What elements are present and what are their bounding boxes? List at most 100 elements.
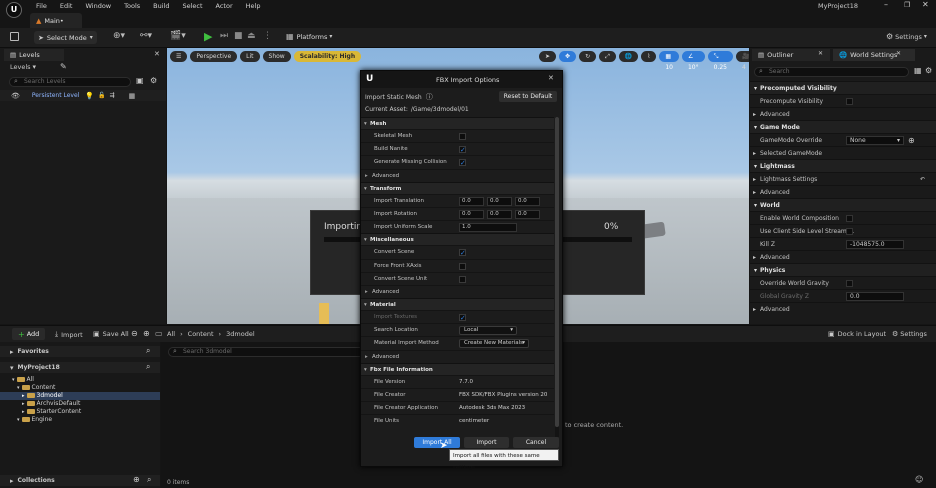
property-category[interactable]: ▾ Precomputed Visibility (750, 81, 936, 94)
fbx-section-header[interactable]: Miscellaneous (361, 233, 554, 246)
fbx-number-field[interactable]: 1.0 (459, 223, 517, 233)
fbx-vector-field[interactable]: 0.0 (487, 196, 512, 206)
property-value-field[interactable]: 0.0 (846, 292, 904, 301)
fbx-option-checkbox[interactable] (459, 157, 466, 170)
property-dropdown[interactable]: None ▾ (846, 136, 904, 145)
close-icon[interactable]: ✕ (154, 50, 160, 58)
minimize-icon[interactable]: – (884, 0, 888, 9)
history-forward-icon[interactable]: ⊕ (143, 329, 150, 338)
surface-snap-icon[interactable]: ⌇ (641, 51, 657, 62)
property-checkbox[interactable] (846, 228, 853, 235)
dock-in-layout-button[interactable]: ▣ Dock in Layout (828, 330, 886, 338)
folder-tree-item[interactable]: ▾ All (0, 376, 160, 384)
content-settings-button[interactable]: ⚙ Settings (892, 330, 927, 338)
add-content-icon[interactable]: ⊕▾ (113, 31, 125, 41)
rotate-tool-icon[interactable]: ↻ (579, 51, 597, 62)
fbx-vector-field[interactable]: 0.0 (487, 209, 512, 219)
move-tool-icon[interactable]: ✥ (559, 51, 577, 62)
lock-icon[interactable]: 🔓 (98, 92, 105, 99)
fbx-option-checkbox[interactable] (459, 247, 466, 260)
add-collection-icon[interactable]: ⊕ (133, 475, 140, 484)
platforms-button[interactable]: ▦ Platforms ▾ (286, 32, 332, 41)
level-row-persistent[interactable]: 👁 Persistent Level 💡 🔓 ⇶ ▦ (0, 90, 166, 101)
search-icon[interactable]: ⌕ (147, 475, 151, 485)
fbx-option-checkbox[interactable] (459, 133, 466, 140)
asset-search-input[interactable]: Search 3dmodel (168, 347, 368, 357)
fbx-vector-field[interactable]: 0.0 (515, 209, 540, 219)
import-all-button[interactable]: Import All (414, 437, 460, 448)
scalability-badge[interactable]: Scalability: High (293, 51, 362, 62)
reset-to-default-button[interactable]: Reset to Default (499, 91, 557, 102)
import-button[interactable]: ⤓ Import (55, 330, 83, 339)
viewport-options-button[interactable]: ☰ (170, 51, 188, 62)
select-mode-button[interactable]: ➤ Select Mode ▾ (34, 31, 97, 44)
expandable-property[interactable]: ▸ Selected GameMode (750, 146, 936, 159)
expandable-property[interactable]: ▸ Advanced (750, 302, 936, 315)
expandable-property[interactable]: ▸ Advanced (750, 185, 936, 198)
step-icon[interactable]: ⏭ (220, 31, 228, 41)
save-all-button[interactable]: ▣ Save All (93, 330, 129, 338)
fbx-section-header[interactable]: Transform (361, 181, 554, 195)
menu-build[interactable]: Build (153, 2, 169, 10)
perspective-button[interactable]: Perspective (190, 51, 238, 62)
fbx-option-checkbox[interactable] (459, 262, 466, 270)
property-category[interactable]: ▾ Game Mode (750, 120, 936, 133)
breadcrumb-all[interactable]: All (167, 330, 175, 338)
level-stream-icon[interactable]: ⇶ (110, 92, 115, 99)
fbx-advanced-toggle[interactable]: Advanced (361, 168, 554, 183)
grid-snap-button[interactable]: ▦ 10 (659, 51, 679, 71)
close-icon[interactable]: ✕ (922, 0, 929, 9)
levels-dropdown[interactable]: Levels ▾ (10, 63, 36, 71)
fbx-section-header[interactable]: Mesh (361, 117, 554, 130)
fbx-advanced-toggle[interactable]: Advanced (361, 284, 554, 299)
show-button[interactable]: Show (262, 51, 291, 62)
world-space-icon[interactable]: 🌐 (618, 51, 639, 62)
menu-select[interactable]: Select (182, 2, 202, 10)
folder-icon[interactable]: ▭ (155, 329, 163, 338)
close-icon[interactable]: ✕ (896, 50, 901, 57)
expandable-property[interactable]: ▸ Lightmass Settings ↶ (750, 172, 936, 185)
tab-main[interactable]: ▲ Main• (30, 13, 82, 28)
close-icon[interactable]: ✕ (818, 50, 823, 57)
eject-icon[interactable]: ⏏ (247, 31, 256, 41)
camera-speed-button[interactable]: 🎥 4 (735, 51, 749, 71)
property-category[interactable]: ▾ World (750, 198, 936, 211)
grid-view-icon[interactable]: ▦ (914, 66, 922, 75)
lightbulb-icon[interactable]: 💡 (85, 92, 94, 100)
fbx-advanced-toggle[interactable]: Advanced (361, 349, 554, 364)
eye-icon[interactable]: 👁 (11, 92, 20, 100)
unreal-logo-icon[interactable]: U (6, 2, 22, 18)
fbx-option-checkbox[interactable] (459, 275, 466, 283)
select-tool-icon[interactable]: ➤ (539, 51, 557, 62)
cinematics-icon[interactable]: 🎬▾ (170, 31, 186, 41)
expandable-property[interactable]: ▸ Advanced (750, 107, 936, 120)
scale-snap-button[interactable]: ⤡ 0.25 (707, 51, 733, 71)
menu-tools[interactable]: Tools (124, 2, 140, 10)
folder-add-icon[interactable]: ▣ (136, 76, 144, 85)
gear-icon[interactable]: ⚙ (925, 66, 932, 75)
search-icon[interactable]: ⌕ (146, 346, 150, 356)
folder-tree-item[interactable]: ▸ 3dmodel (0, 392, 160, 400)
favorites-header[interactable]: ▸ Favorites (0, 346, 160, 357)
fbx-scrollbar-thumb[interactable] (555, 117, 559, 427)
breadcrumb-content[interactable]: Content (188, 330, 214, 338)
folder-tree-item[interactable]: ▾ Engine (0, 416, 160, 424)
fbx-option-dropdown[interactable]: Local ▾ (459, 326, 517, 336)
settings-button[interactable]: ⚙ Settings ▾ (886, 32, 927, 41)
save-icon[interactable] (10, 32, 19, 41)
property-value-field[interactable]: -1048575.0 (846, 240, 904, 249)
tab-levels[interactable]: ▤ Levels (4, 49, 64, 61)
close-icon[interactable]: ✕ (548, 74, 554, 82)
fbx-section-header[interactable]: Material (361, 298, 554, 311)
fbx-option-checkbox[interactable] (459, 312, 466, 325)
project-header[interactable]: ▾ MyProject18 (0, 362, 160, 373)
fbx-section-header[interactable]: Fbx File Information (361, 362, 554, 376)
more-options-icon[interactable]: ⋮ (263, 31, 272, 41)
history-back-icon[interactable]: ⊖ (131, 329, 138, 338)
fbx-vector-field[interactable]: 0.0 (459, 209, 484, 219)
add-button[interactable]: + Add (12, 328, 46, 340)
menu-help[interactable]: Help (246, 2, 261, 10)
fbx-option-checkbox[interactable] (459, 144, 466, 157)
maximize-icon[interactable]: ❐ (904, 1, 910, 9)
fbx-vector-field[interactable]: 0.0 (459, 196, 484, 206)
